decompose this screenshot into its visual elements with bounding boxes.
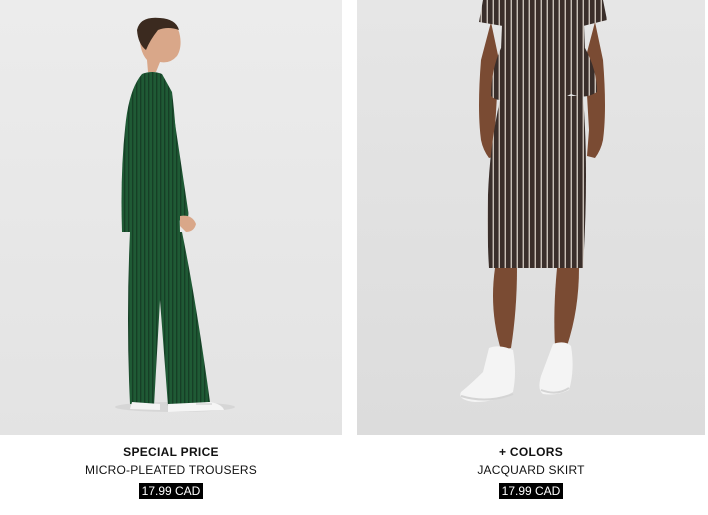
product-image-jacquard-skirt[interactable] — [357, 0, 705, 435]
product-photo-striped-outfit — [357, 0, 705, 435]
product-card-jacquard-skirt[interactable]: + COLORS JACQUARD SKIRT 17.99 CAD — [357, 0, 707, 515]
product-image-micro-pleated-trousers[interactable] — [0, 0, 342, 435]
product-card-micro-pleated-trousers[interactable]: SPECIAL PRICE MICRO-PLEATED TROUSERS 17.… — [0, 0, 350, 515]
product-badge: SPECIAL PRICE — [123, 445, 219, 459]
product-info: + COLORS JACQUARD SKIRT 17.99 CAD — [357, 444, 705, 500]
product-name-link[interactable]: JACQUARD SKIRT — [357, 462, 705, 478]
product-price: 17.99 CAD — [498, 483, 564, 499]
product-photo-green-outfit — [0, 0, 342, 435]
product-info: SPECIAL PRICE MICRO-PLEATED TROUSERS 17.… — [0, 444, 342, 500]
product-badge: + COLORS — [498, 445, 564, 459]
product-price: 17.99 CAD — [138, 483, 204, 499]
product-name-link[interactable]: MICRO-PLEATED TROUSERS — [0, 462, 342, 478]
product-grid: SPECIAL PRICE MICRO-PLEATED TROUSERS 17.… — [0, 0, 708, 515]
